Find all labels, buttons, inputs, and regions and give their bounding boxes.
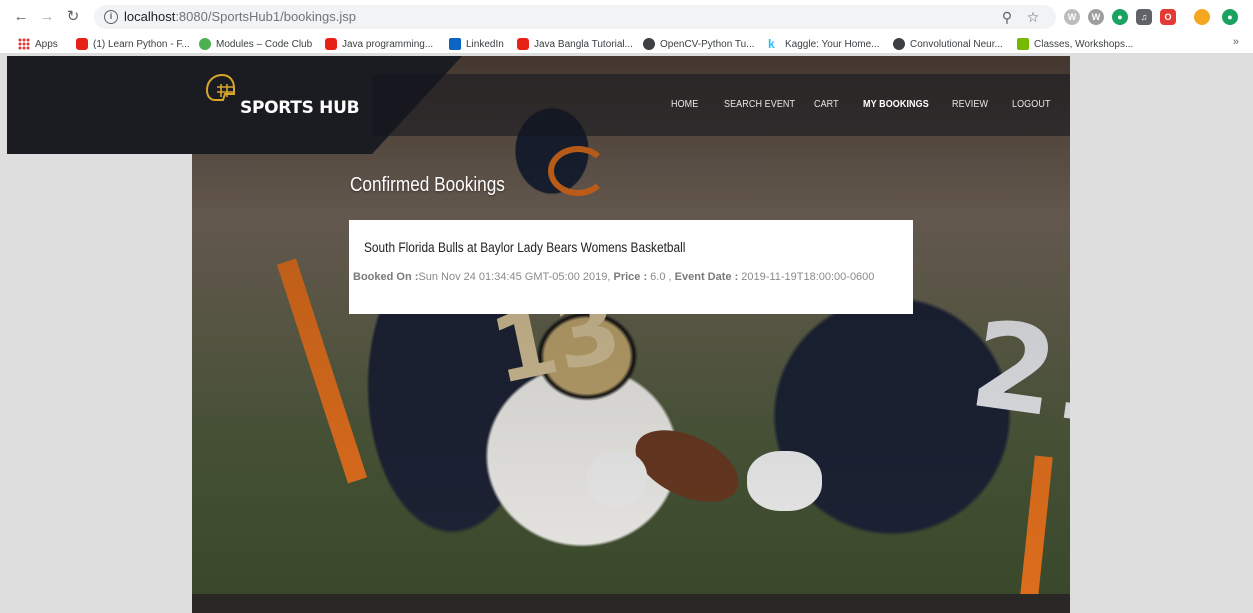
- bookmarks-bar: Apps (1) Learn Python - F... Modules – C…: [0, 34, 1253, 54]
- back-icon[interactable]: ←: [10, 6, 32, 28]
- bookmark-linkedin[interactable]: LinkedIn: [449, 36, 504, 52]
- bookmark-kaggle[interactable]: k Kaggle: Your Home...: [768, 36, 880, 52]
- wordpress-icon[interactable]: W: [1088, 9, 1104, 25]
- bookmark-convolutional[interactable]: Convolutional Neur...: [893, 36, 1003, 52]
- linkedin-icon: [449, 38, 461, 50]
- address-bar[interactable]: i localhost:8080/SportsHub1/bookings.jsp…: [94, 5, 1056, 29]
- zoom-icon[interactable]: ⚲: [998, 8, 1016, 26]
- bookmark-classes[interactable]: Classes, Workshops...: [1017, 36, 1133, 52]
- site-header: SPORTS HUB HOME SEARCH EVENT CART MY BOO…: [7, 56, 1070, 154]
- booking-details: Booked On :Sun Nov 24 01:34:45 GMT-05:00…: [353, 271, 874, 283]
- nav-cart[interactable]: CART: [814, 99, 839, 110]
- nav-search-event[interactable]: SEARCH EVENT: [724, 99, 795, 110]
- reload-icon[interactable]: ↻: [62, 6, 84, 28]
- kaggle-icon: k: [768, 37, 775, 51]
- event-date-value: 2019-11-19T18:00:00-0600: [738, 271, 875, 283]
- bookmark-star-icon[interactable]: ☆: [1024, 8, 1042, 26]
- youtube-icon: [325, 38, 337, 50]
- extension-w-icon[interactable]: W: [1064, 9, 1080, 25]
- extension-circle-icon[interactable]: ●: [1222, 9, 1238, 25]
- nav-review[interactable]: REVIEW: [952, 99, 988, 110]
- url-text: localhost:8080/SportsHub1/bookings.jsp: [124, 9, 356, 24]
- booking-event-name: South Florida Bulls at Baylor Lady Bears…: [364, 240, 686, 255]
- booking-card: South Florida Bulls at Baylor Lady Bears…: [349, 220, 913, 314]
- site-logo-text[interactable]: SPORTS HUB: [240, 98, 360, 118]
- nav-home[interactable]: HOME: [671, 99, 698, 110]
- youtube-icon: [517, 38, 529, 50]
- browser-toolbar: ← → ↻ i localhost:8080/SportsHub1/bookin…: [0, 0, 1253, 34]
- price-value: 6.0 ,: [647, 271, 672, 283]
- nav-logout[interactable]: LOGOUT: [1012, 99, 1051, 110]
- extension-green-icon[interactable]: ●: [1112, 9, 1128, 25]
- opera-icon[interactable]: O: [1160, 9, 1176, 25]
- globe-icon: [643, 38, 655, 50]
- bookmark-java-bangla[interactable]: Java Bangla Tutorial...: [517, 36, 633, 52]
- forward-icon[interactable]: →: [36, 6, 58, 28]
- booked-on-value: Sun Nov 24 01:34:45 GMT-05:00 2019,: [418, 271, 611, 283]
- code-club-icon: [199, 38, 211, 50]
- globe-icon: [893, 38, 905, 50]
- youtube-icon: [76, 38, 88, 50]
- info-icon[interactable]: i: [104, 10, 118, 24]
- page-viewport: 13 21 SPORTS HUB HOME SEARCH EVENT CART …: [7, 56, 1253, 613]
- extension-music-icon[interactable]: ♫: [1136, 9, 1152, 25]
- more-bookmarks-icon[interactable]: »: [1233, 36, 1239, 48]
- apps-grid-icon: [18, 38, 30, 50]
- event-date-label: Event Date :: [674, 271, 739, 283]
- bookmark-code-club[interactable]: Modules – Code Club: [199, 36, 312, 52]
- price-label: Price :: [613, 271, 648, 283]
- bookmark-opencv[interactable]: OpenCV-Python Tu...: [643, 36, 755, 52]
- helmet-logo-icon[interactable]: [203, 72, 237, 106]
- bookmark-learn-python[interactable]: (1) Learn Python - F...: [76, 36, 190, 52]
- nvidia-icon: [1017, 38, 1029, 50]
- bookmark-apps[interactable]: Apps: [18, 36, 58, 52]
- footer-strip: [192, 594, 1070, 613]
- booked-on-label: Booked On :: [353, 271, 419, 283]
- profile-avatar-icon[interactable]: [1194, 9, 1210, 25]
- nav-my-bookings[interactable]: MY BOOKINGS: [863, 99, 929, 110]
- bookmark-java-programming[interactable]: Java programming...: [325, 36, 433, 52]
- page-title: Confirmed Bookings: [350, 174, 505, 196]
